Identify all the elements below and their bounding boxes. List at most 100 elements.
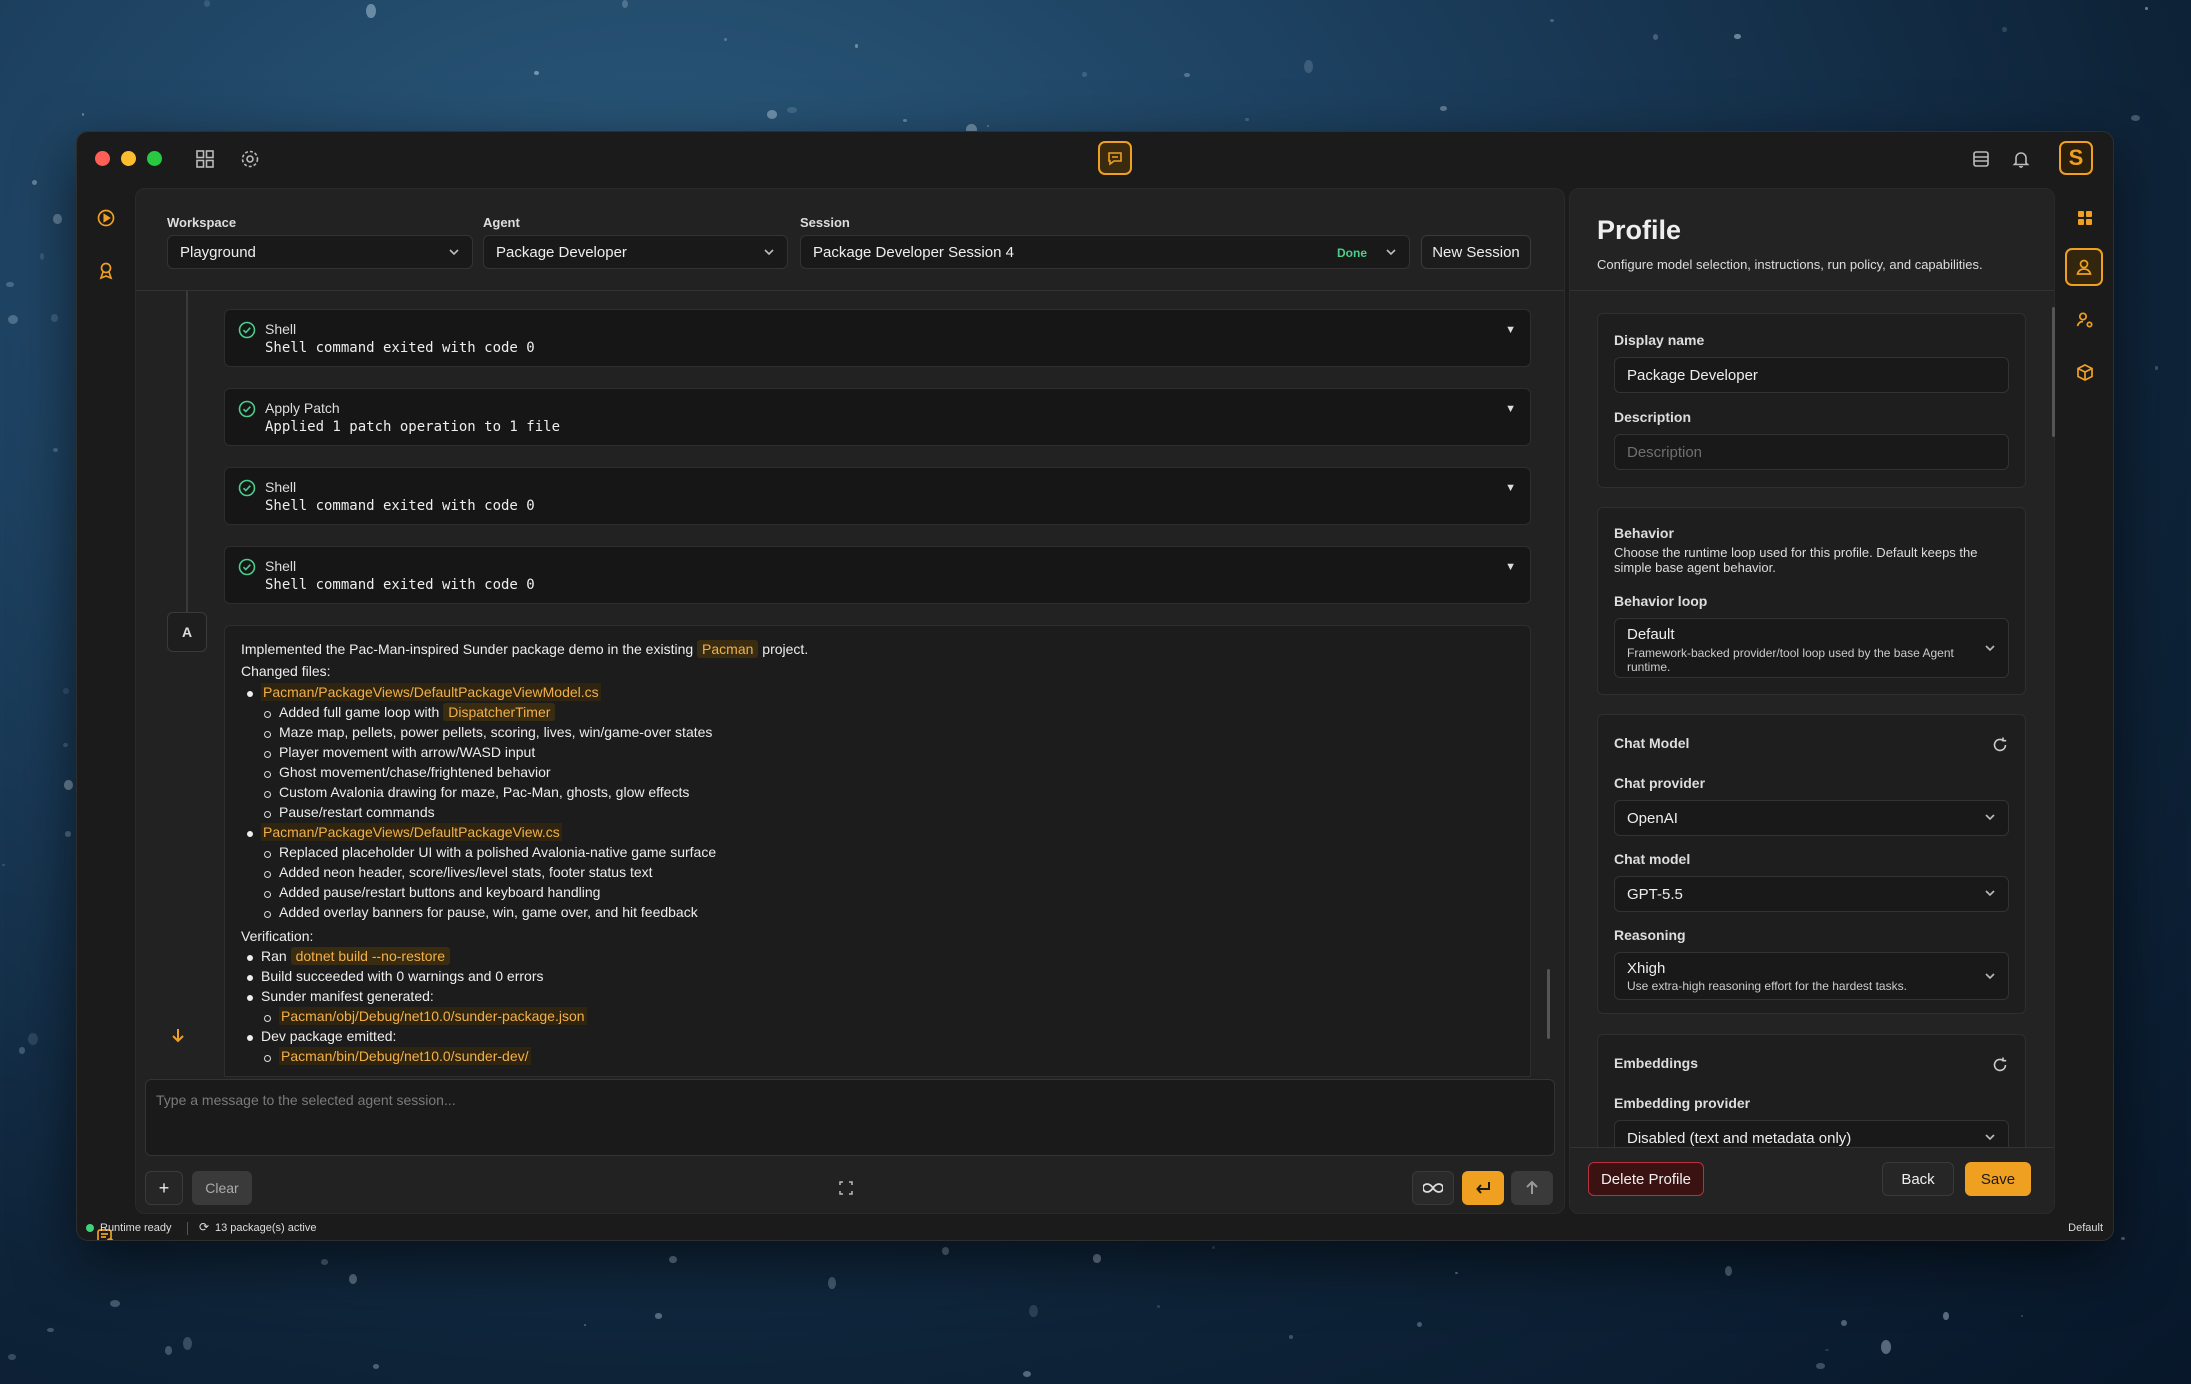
agent-select[interactable]: Package Developer: [483, 235, 788, 269]
file-link[interactable]: Pacman/PackageViews/DefaultPackageView.c…: [261, 823, 562, 841]
raindrop: [18, 1046, 25, 1055]
sub-bullet: [264, 871, 271, 878]
raindrop: [165, 1346, 173, 1355]
grid-layout-icon[interactable]: [194, 148, 216, 170]
intro-text-end: project.: [762, 641, 809, 657]
timeline-line: [186, 291, 188, 631]
bullet: [247, 1035, 253, 1041]
chat-bubble-icon[interactable]: [1098, 141, 1132, 175]
reasoning-desc: Use extra-high reasoning effort for the …: [1627, 979, 1907, 993]
agent-badge-icon[interactable]: [96, 260, 116, 280]
scroll-down-arrow-icon[interactable]: [168, 1026, 188, 1046]
description-field[interactable]: Description: [1614, 434, 2009, 470]
reasoning-select[interactable]: Xhigh Use extra-high reasoning effort fo…: [1614, 952, 2009, 1000]
profile-user-icon[interactable]: [2065, 248, 2103, 286]
intro-text: Implemented the Pac-Man-inspired Sunder …: [241, 641, 694, 657]
tool-call-card[interactable]: Apply Patch Applied 1 patch operation to…: [224, 388, 1531, 446]
chat-scrollbar[interactable]: [1547, 969, 1550, 1039]
display-name-label: Display name: [1614, 332, 1705, 348]
description-label: Description: [1614, 409, 1692, 425]
profile-scroll-thumb[interactable]: [2052, 307, 2055, 437]
package-box-icon[interactable]: [2075, 363, 2095, 383]
raindrop: [81, 113, 85, 116]
check-circle-icon: [238, 321, 256, 339]
raindrop: [1815, 1362, 1825, 1370]
profile-title: Profile: [1597, 215, 1682, 245]
bell-icon[interactable]: [2010, 148, 2032, 170]
tool-call-card[interactable]: Shell Shell command exited with code 0 ▼: [224, 467, 1531, 525]
save-button[interactable]: Save: [1965, 1162, 2031, 1196]
chat-model-select[interactable]: GPT-5.5: [1614, 876, 2009, 912]
tool-detail: Applied 1 patch operation to 1 file: [265, 419, 561, 435]
session-select[interactable]: Package Developer Session 4 Done: [800, 235, 1410, 269]
behavior-loop-select[interactable]: Default Framework-backed provider/tool l…: [1614, 618, 2009, 678]
theme-label[interactable]: Default: [2068, 1222, 2103, 1234]
expand-icon[interactable]: [836, 1171, 856, 1205]
new-session-button[interactable]: New Session: [1421, 235, 1531, 269]
chevron-down-icon: [1985, 814, 1995, 821]
tool-name: Shell: [265, 558, 297, 574]
verification-label: Verification:: [241, 928, 314, 944]
maximize-window-button[interactable]: [147, 151, 162, 166]
expand-triangle-icon[interactable]: ▼: [1505, 403, 1516, 415]
raindrop: [1653, 34, 1659, 40]
database-icon[interactable]: [1970, 148, 1992, 170]
list-item: Added full game loop with DispatcherTime…: [279, 703, 556, 721]
bullet: [247, 831, 253, 837]
settings-gear-icon[interactable]: [239, 148, 261, 170]
workspace-select[interactable]: Playground: [167, 235, 473, 269]
raindrop: [1303, 59, 1313, 74]
chat-model-card: Chat Model Chat provider OpenAI Chat mod…: [1597, 714, 2026, 1014]
loop-infinity-icon[interactable]: [1412, 1171, 1454, 1205]
check-circle-icon: [238, 479, 256, 497]
file-link[interactable]: Pacman/obj/Debug/net10.0/sunder-package.…: [279, 1007, 587, 1025]
delete-profile-button[interactable]: Delete Profile: [1588, 1162, 1704, 1196]
raindrop: [109, 1299, 121, 1308]
session-status-badge: Done: [1337, 246, 1367, 260]
clear-button[interactable]: Clear: [192, 1171, 252, 1205]
raindrop: [1029, 1305, 1038, 1318]
check-circle-icon: [238, 400, 256, 418]
raindrop: [32, 179, 37, 186]
tool-name: Apply Patch: [265, 400, 340, 416]
play-circle-icon[interactable]: [96, 208, 116, 228]
assistant-message: Implemented the Pac-Man-inspired Sunder …: [224, 625, 1531, 1077]
file-link[interactable]: Pacman/PackageViews/DefaultPackageViewMo…: [261, 683, 601, 701]
chat-panel: Workspace Playground Agent Package Devel…: [135, 188, 1565, 1214]
bullet: [247, 691, 253, 697]
raindrop: [1454, 1271, 1458, 1275]
user-settings-icon[interactable]: [2075, 310, 2095, 330]
list-item-text: Added full game loop with: [279, 704, 440, 720]
refresh-icon[interactable]: [1991, 736, 2009, 754]
file-link[interactable]: Pacman/bin/Debug/net10.0/sunder-dev/: [279, 1047, 531, 1065]
expand-triangle-icon[interactable]: ▼: [1505, 324, 1516, 336]
header-divider: [136, 290, 1564, 291]
tool-call-card[interactable]: Shell Shell command exited with code 0 ▼: [224, 546, 1531, 604]
enter-key-icon[interactable]: [1462, 1171, 1504, 1205]
chevron-down-icon: [449, 249, 459, 256]
sub-bullet: [264, 811, 271, 818]
chat-provider-select[interactable]: OpenAI: [1614, 800, 2009, 836]
expand-triangle-icon[interactable]: ▼: [1505, 482, 1516, 494]
tool-call-card[interactable]: Shell Shell command exited with code 0 ▼: [224, 309, 1531, 367]
session-value: Package Developer Session 4: [813, 243, 1014, 261]
send-arrow-icon[interactable]: [1511, 1171, 1553, 1205]
embedding-provider-value: Disabled (text and metadata only): [1627, 1129, 1852, 1147]
refresh-icon[interactable]: [1991, 1056, 2009, 1074]
close-window-button[interactable]: [95, 151, 110, 166]
sub-bullet: [264, 751, 271, 758]
dashboard-grid-icon[interactable]: [2075, 208, 2095, 228]
minimize-window-button[interactable]: [121, 151, 136, 166]
display-name-field[interactable]: Package Developer: [1614, 357, 2009, 393]
sub-bullet: [264, 911, 271, 918]
back-button[interactable]: Back: [1882, 1162, 1954, 1196]
raindrop: [53, 213, 62, 225]
raindrop: [2021, 1314, 2024, 1317]
list-item: Dev package emitted:: [261, 1028, 397, 1044]
expand-triangle-icon[interactable]: ▼: [1505, 561, 1516, 573]
message-input[interactable]: Type a message to the selected agent ses…: [145, 1079, 1555, 1156]
raindrop: [63, 687, 70, 695]
title-bar: S: [77, 132, 2113, 188]
list-item: Pause/restart commands: [279, 804, 435, 820]
add-attachment-button[interactable]: +: [145, 1171, 183, 1205]
